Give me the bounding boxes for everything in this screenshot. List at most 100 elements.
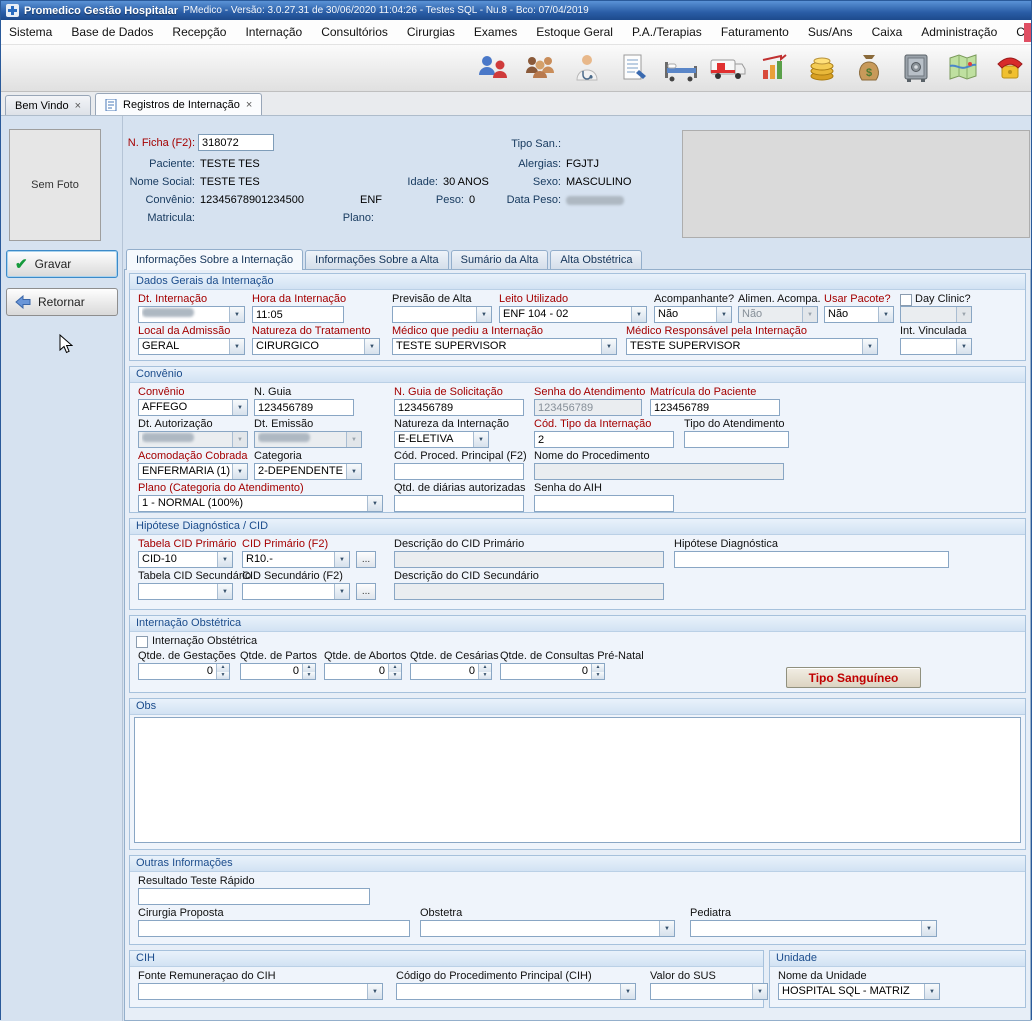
map-icon[interactable] (944, 49, 982, 87)
gold-coins-icon[interactable] (803, 49, 841, 87)
spinner-down-icon[interactable]: ▼ (303, 672, 315, 680)
menu-sus-ans[interactable]: Sus/Ans (808, 25, 853, 39)
leito-utilizado-combo[interactable]: ENF 104 - 02 ▼ (499, 306, 647, 323)
local-admissao-combo[interactable]: GERAL ▼ (138, 338, 245, 355)
spinner-up-icon[interactable]: ▲ (303, 664, 315, 672)
close-icon[interactable]: × (75, 101, 81, 111)
menu-recepcao[interactable]: Recepção (172, 25, 226, 39)
ficha-input[interactable] (198, 134, 274, 151)
spinner-down-icon[interactable]: ▼ (389, 672, 401, 680)
day-clinic-combo[interactable]: ▼ (900, 306, 972, 323)
tab-bem-vindo[interactable]: Bem Vindo × (5, 95, 91, 115)
patients-group-icon[interactable] (521, 49, 559, 87)
hipotese-diagnostica-input[interactable] (674, 551, 949, 568)
menu-cirurgias[interactable]: Cirurgias (407, 25, 455, 39)
chevron-down-icon[interactable]: ▼ (601, 339, 616, 354)
plano-categoria-combo[interactable]: 1 - NORMAL (100%) ▼ (138, 495, 383, 512)
chevron-down-icon[interactable]: ▼ (659, 921, 674, 936)
phone-icon[interactable] (991, 49, 1029, 87)
chevron-down-icon[interactable]: ▼ (229, 339, 244, 354)
chevron-down-icon[interactable]: ▼ (921, 921, 936, 936)
chevron-down-icon[interactable]: ▼ (476, 307, 491, 322)
chevron-down-icon[interactable]: ▼ (473, 432, 488, 447)
qtde-gestacoes-spinner[interactable]: 0 ▲▼ (138, 663, 230, 680)
medico-responsavel-combo[interactable]: TESTE SUPERVISOR ▼ (626, 338, 878, 355)
matricula-paciente-input[interactable] (650, 399, 780, 416)
qtde-abortos-spinner[interactable]: 0 ▲▼ (324, 663, 402, 680)
hospital-bed-icon[interactable] (662, 49, 700, 87)
menu-caixa[interactable]: Caixa (872, 25, 903, 39)
ambulance-icon[interactable] (709, 49, 747, 87)
dt-emissao-combo[interactable]: ▼ (254, 431, 362, 448)
menu-sistema[interactable]: Sistema (9, 25, 52, 39)
chevron-down-icon[interactable]: ▼ (229, 307, 244, 322)
valor-sus-combo[interactable]: ▼ (650, 983, 768, 1000)
medico-pediu-combo[interactable]: TESTE SUPERVISOR ▼ (392, 338, 617, 355)
chevron-down-icon[interactable]: ▼ (956, 339, 971, 354)
retornar-button[interactable]: Retornar (6, 288, 118, 316)
n-guia-solicitacao-input[interactable] (394, 399, 524, 416)
chevron-down-icon[interactable]: ▼ (367, 496, 382, 511)
tab-informacoes-internacao[interactable]: Informações Sobre a Internação (126, 249, 303, 270)
senha-aih-input[interactable] (534, 495, 674, 512)
n-guia-input[interactable] (254, 399, 354, 416)
day-clinic-checkbox[interactable] (900, 294, 912, 306)
cod-tipo-internacao-input[interactable] (534, 431, 674, 448)
alimen-acompa-combo[interactable]: Não ▼ (738, 306, 818, 323)
menu-pa-terapias[interactable]: P.A./Terapias (632, 25, 702, 39)
chevron-down-icon[interactable]: ▼ (802, 307, 817, 322)
cid-primario-lookup-button[interactable]: ... (356, 551, 376, 568)
categoria-combo[interactable]: 2-DEPENDENTE ▼ (254, 463, 362, 480)
tabela-cid-secundario-combo[interactable]: ▼ (138, 583, 233, 600)
chevron-down-icon[interactable]: ▼ (716, 307, 731, 322)
tab-sumario-alta[interactable]: Sumário da Alta (451, 250, 549, 269)
convenio-combo[interactable]: AFFEGO ▼ (138, 399, 248, 416)
tipo-sanguineo-button[interactable]: Tipo Sanguíneo (786, 667, 921, 688)
chevron-down-icon[interactable]: ▼ (334, 584, 349, 599)
descricao-cid-primario-input[interactable] (394, 551, 664, 568)
internacao-obstetrica-checkbox[interactable] (136, 636, 148, 648)
natureza-internacao-combo[interactable]: E-ELETIVA ▼ (394, 431, 489, 448)
money-bag-icon[interactable]: $ (850, 49, 888, 87)
chevron-down-icon[interactable]: ▼ (862, 339, 877, 354)
menu-consultorios[interactable]: Consultórios (321, 25, 388, 39)
chevron-down-icon[interactable]: ▼ (367, 984, 382, 999)
natureza-tratamento-combo[interactable]: CIRURGICO ▼ (252, 338, 380, 355)
chevron-down-icon[interactable]: ▼ (752, 984, 767, 999)
spinner-up-icon[interactable]: ▲ (479, 664, 491, 672)
tab-informacoes-alta[interactable]: Informações Sobre a Alta (305, 250, 449, 269)
sync-users-icon[interactable] (474, 49, 512, 87)
cid-secundario-combo[interactable]: ▼ (242, 583, 350, 600)
hora-internacao-input[interactable] (252, 306, 344, 323)
chevron-down-icon[interactable]: ▼ (217, 584, 232, 599)
menu-estoque-geral[interactable]: Estoque Geral (536, 25, 613, 39)
chevron-down-icon[interactable]: ▼ (334, 552, 349, 567)
spinner-up-icon[interactable]: ▲ (217, 664, 229, 672)
chevron-down-icon[interactable]: ▼ (232, 464, 247, 479)
qtde-consultas-prenatal-spinner[interactable]: 0 ▲▼ (500, 663, 605, 680)
gravar-button[interactable]: ✔ Gravar (6, 250, 118, 278)
usar-pacote-combo[interactable]: Não ▼ (824, 306, 894, 323)
spinner-down-icon[interactable]: ▼ (592, 672, 604, 680)
qtde-cesarias-spinner[interactable]: 0 ▲▼ (410, 663, 492, 680)
codigo-procedimento-cih-combo[interactable]: ▼ (396, 983, 636, 1000)
spinner-down-icon[interactable]: ▼ (479, 672, 491, 680)
chevron-down-icon[interactable]: ▼ (878, 307, 893, 322)
acomodacao-cobrada-combo[interactable]: ENFERMARIA (1) ▼ (138, 463, 248, 480)
int-vinculada-combo[interactable]: ▼ (900, 338, 972, 355)
market-icon[interactable] (756, 49, 794, 87)
menu-faturamento[interactable]: Faturamento (721, 25, 789, 39)
acompanhante-combo[interactable]: Não ▼ (654, 306, 732, 323)
cirurgia-proposta-input[interactable] (138, 920, 410, 937)
chevron-down-icon[interactable]: ▼ (232, 400, 247, 415)
menu-base-de-dados[interactable]: Base de Dados (71, 25, 153, 39)
dt-internacao-combo[interactable]: ▼ (138, 306, 245, 323)
tipo-atendimento-input[interactable] (684, 431, 789, 448)
cod-proced-principal-input[interactable] (394, 463, 524, 480)
close-icon[interactable]: × (246, 100, 252, 110)
tab-alta-obstetrica[interactable]: Alta Obstétrica (550, 250, 642, 269)
doctor-icon[interactable] (568, 49, 606, 87)
chevron-down-icon[interactable]: ▼ (924, 984, 939, 999)
chevron-down-icon[interactable]: ▼ (956, 307, 971, 322)
medical-records-icon[interactable] (615, 49, 653, 87)
